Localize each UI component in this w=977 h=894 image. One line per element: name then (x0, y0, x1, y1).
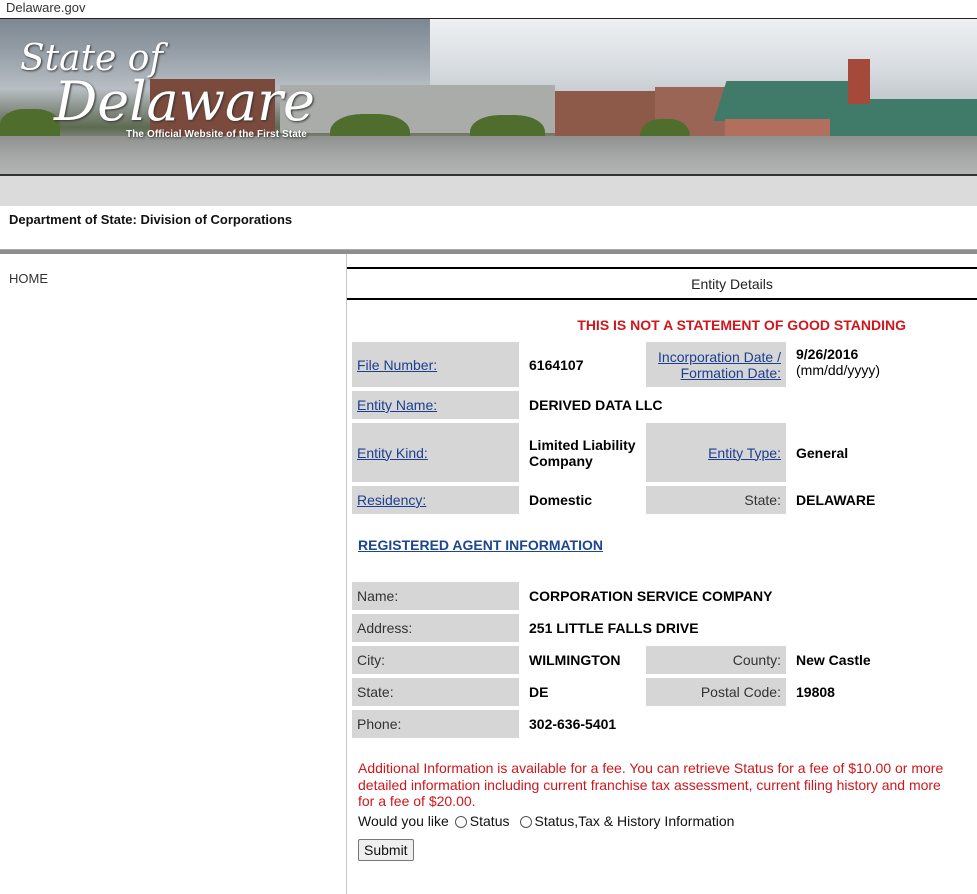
incorporation-date-label-cell: Incorporation Date / Formation Date: (646, 342, 786, 387)
table-row: Entity Kind: Limited Liability Company E… (352, 423, 971, 482)
fee-notice: Additional Information is available for … (358, 760, 944, 809)
entity-name-value: DERIVED DATA LLC (529, 397, 663, 413)
registered-agent-header[interactable]: REGISTERED AGENT INFORMATION (358, 537, 977, 577)
file-number-label-cell: File Number: (352, 342, 519, 387)
agent-name-value: CORPORATION SERVICE COMPANY (529, 588, 773, 604)
file-number-value: 6164107 (529, 356, 584, 373)
status-tax-history-option-label: Status,Tax & History Information (534, 812, 735, 829)
entity-kind-value: Limited Liability Company (529, 436, 636, 469)
entity-details-table: File Number: 6164107 Incorporation Date … (347, 338, 976, 518)
sidebar: HOME (0, 254, 347, 894)
agent-state-value: DE (529, 684, 549, 700)
entity-type-link[interactable]: Entity Type: (708, 445, 781, 461)
entity-type-label-cell: Entity Type: (646, 423, 786, 482)
state-banner: State of Delaware The Official Website o… (0, 18, 977, 176)
state-value: DELAWARE (796, 492, 876, 508)
main-content: Entity Details THIS IS NOT A STATEMENT O… (347, 254, 977, 894)
status-tax-history-radio[interactable] (519, 815, 532, 828)
grey-strip (0, 176, 977, 206)
entity-name-link[interactable]: Entity Name: (357, 397, 437, 413)
residency-value: Domestic (529, 492, 593, 508)
table-row: Residency: Domestic State: DELAWARE (352, 486, 971, 514)
entity-kind-label-cell: Entity Kind: (352, 423, 519, 482)
agent-county-value: New Castle (796, 652, 871, 668)
agent-phone-label: Phone: (352, 710, 519, 738)
table-row: State: DE Postal Code: 19808 (352, 678, 971, 706)
sidebar-item-home[interactable]: HOME (9, 271, 48, 286)
table-row: City: WILMINGTON County: New Castle (352, 646, 971, 674)
submit-button[interactable]: Submit (358, 838, 414, 861)
table-row: Phone: 302-636-5401 (352, 710, 971, 738)
page-layout: HOME Entity Details THIS IS NOT A STATEM… (0, 254, 977, 894)
agent-county-label: County: (646, 646, 786, 674)
file-number-link[interactable]: File Number: (357, 357, 437, 373)
entity-type-value: General (796, 444, 849, 461)
logo-tagline: The Official Website of the First State (126, 129, 307, 140)
options-row: Would you like Status Status,Tax & Histo… (358, 810, 977, 832)
incorporation-date-cell: 9/26/2016 (mm/dd/yyyy) (791, 342, 971, 387)
logo-line2: Delaware (54, 70, 315, 133)
page-title: Entity Details (347, 267, 977, 300)
registered-agent-table: Name: CORPORATION SERVICE COMPANY Addres… (347, 578, 976, 742)
date-format-hint: (mm/dd/yyyy) (796, 362, 880, 378)
good-standing-warning: THIS IS NOT A STATEMENT OF GOOD STANDING (577, 317, 906, 333)
banner-chimney (848, 59, 870, 104)
agent-address-label: Address: (352, 614, 519, 642)
table-row: File Number: 6164107 Incorporation Date … (352, 342, 971, 387)
entity-name-label-cell: Entity Name: (352, 391, 519, 419)
agent-postal-label: Postal Code: (646, 678, 786, 706)
would-you-like-label: Would you like (358, 812, 449, 829)
table-row: Address: 251 LITTLE FALLS DRIVE (352, 614, 971, 642)
site-name: Delaware.gov (6, 0, 86, 15)
site-topbar: Delaware.gov (0, 0, 977, 18)
table-row: Entity Name: DERIVED DATA LLC (352, 391, 971, 419)
table-row: Name: CORPORATION SERVICE COMPANY (352, 582, 971, 610)
department-title: Department of State: Division of Corpora… (9, 212, 293, 227)
option-status[interactable]: Status (449, 813, 510, 829)
agent-address-value: 251 LITTLE FALLS DRIVE (529, 620, 699, 636)
status-radio[interactable] (454, 815, 467, 828)
incorporation-date-value: 9/26/2016 (796, 346, 859, 362)
state-label: State: (646, 486, 786, 514)
option-status-tax-history[interactable]: Status,Tax & History Information (514, 812, 735, 829)
agent-state-label: State: (352, 678, 519, 706)
residency-link[interactable]: Residency: (357, 492, 426, 508)
banner-water (0, 136, 977, 174)
incorporation-label-line1: Incorporation Date / (658, 348, 781, 365)
agent-name-label: Name: (352, 582, 519, 610)
entity-kind-link[interactable]: Entity Kind: (357, 445, 428, 461)
agent-city-label: City: (352, 646, 519, 674)
banner-roof (830, 99, 977, 139)
agent-phone-value: 302-636-5401 (529, 716, 617, 732)
incorporation-date-link[interactable]: Incorporation Date / Formation Date: (658, 349, 781, 381)
state-of-delaware-logo[interactable]: State of Delaware The Official Website o… (18, 41, 315, 141)
agent-postal-value: 19808 (796, 684, 835, 700)
agent-city-value: WILMINGTON (529, 652, 621, 668)
status-option-label: Status (469, 812, 510, 829)
incorporation-label-line2: Formation Date: (680, 364, 781, 381)
residency-label-cell: Residency: (352, 486, 519, 514)
